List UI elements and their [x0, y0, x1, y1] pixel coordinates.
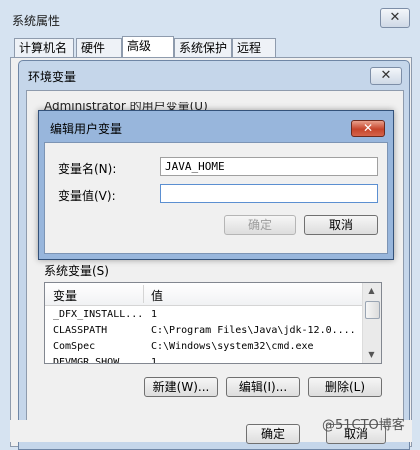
scroll-up-arrow-icon[interactable]: ▲ [363, 283, 380, 299]
watermark: @51CTO博客 [322, 418, 405, 433]
new-system-variable-button[interactable]: 新建(W)... [144, 377, 218, 397]
column-header-value[interactable]: 值 [151, 287, 163, 304]
tab-advanced[interactable]: 高级 [122, 36, 174, 58]
row-variable: DEVMGR_SHOW_... [53, 357, 141, 364]
table-row[interactable]: CLASSPATH C:\Program Files\Java\jdk-12.0… [45, 323, 363, 339]
row-value: C:\Windows\system32\cmd.exe [151, 341, 314, 352]
row-value: 1 [151, 309, 158, 320]
edit-user-variable-title: 编辑用户变量 [50, 122, 123, 136]
system-variables-label: 系统变量(S) [44, 264, 109, 278]
tab-hardware[interactable]: 硬件 [76, 38, 122, 58]
list-header: 变量 值 [45, 283, 363, 306]
row-variable: ComSpec [53, 341, 96, 352]
scroll-down-arrow-icon[interactable]: ▼ [363, 347, 380, 363]
edit-ok-button[interactable]: 确定 [224, 215, 296, 235]
system-variables-list[interactable]: 变量 值 _DFX_INSTALL... 1 CLASSPATH C:\Prog… [44, 282, 382, 364]
row-value: C:\Program Files\Java\jdk-12.0.... [151, 325, 356, 336]
variable-value-label: 变量值(V): [58, 189, 116, 203]
table-row[interactable]: DEVMGR_SHOW_... 1 [45, 355, 363, 364]
column-header-variable[interactable]: 变量 [53, 287, 77, 304]
env-ok-button[interactable]: 确定 [246, 424, 300, 444]
scroll-thumb[interactable] [365, 301, 380, 319]
table-row[interactable]: ComSpec C:\Windows\system32\cmd.exe [45, 339, 363, 355]
environment-variables-close-button[interactable]: ✕ [370, 67, 402, 85]
list-scrollbar[interactable]: ▲ ▼ [362, 283, 381, 363]
row-variable: _DFX_INSTALL... [53, 309, 141, 320]
delete-system-variable-button[interactable]: 删除(L) [308, 377, 382, 397]
variable-value-field[interactable] [160, 184, 378, 203]
tab-system-protection[interactable]: 系统保护 [174, 38, 232, 58]
table-row[interactable]: _DFX_INSTALL... 1 [45, 307, 363, 323]
variable-name-label: 变量名(N): [58, 162, 117, 176]
row-variable: CLASSPATH [53, 325, 108, 336]
edit-system-variable-button[interactable]: 编辑(I)... [226, 377, 300, 397]
environment-variables-title: 环境变量 [28, 70, 77, 84]
system-properties-close-button[interactable]: ✕ [380, 8, 410, 28]
column-divider[interactable] [143, 285, 144, 303]
system-properties-title: 系统属性 [12, 14, 61, 28]
edit-dialog-close-button[interactable]: ✕ [351, 120, 385, 137]
user-variables-label: Administrator 的用户变量(U) [44, 102, 208, 110]
tab-remote[interactable]: 远程 [232, 38, 276, 58]
tab-computer-name[interactable]: 计算机名 [14, 38, 74, 58]
edit-cancel-button[interactable]: 取消 [304, 215, 378, 235]
variable-name-field[interactable] [160, 157, 378, 176]
row-value: 1 [151, 357, 158, 364]
